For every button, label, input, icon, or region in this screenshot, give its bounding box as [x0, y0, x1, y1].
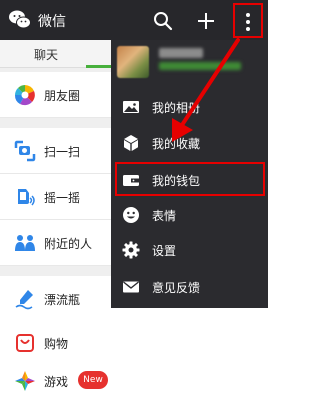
- list-item-label: 朋友圈: [44, 89, 81, 103]
- menu-profile[interactable]: [111, 40, 268, 84]
- list-item-label: 购物: [44, 337, 69, 351]
- wechat-logo-icon: [9, 10, 31, 29]
- settings-icon: [122, 241, 140, 259]
- menu-item-sticker[interactable]: 表情: [111, 198, 268, 232]
- menu-item-label: 我的相册: [152, 101, 201, 115]
- shake-icon: [18, 189, 35, 206]
- shopping-icon: [16, 334, 34, 352]
- wallet-highlight-box: [115, 162, 265, 196]
- favorites-icon: [124, 135, 138, 151]
- new-badge: New: [78, 371, 108, 389]
- list-item-label: 摇一摇: [44, 191, 81, 205]
- menu-item-feedback[interactable]: 意见反馈: [111, 270, 268, 304]
- games-icon: [15, 371, 35, 391]
- plus-icon[interactable]: [194, 9, 218, 33]
- tab-chat[interactable]: 聊天: [34, 46, 58, 63]
- drift-bottle-icon: [15, 290, 33, 310]
- scan-icon: [14, 140, 36, 162]
- people-nearby-icon: [15, 235, 35, 251]
- menu-item-photo-album[interactable]: 我的相册: [111, 90, 268, 124]
- app-title: 微信: [38, 14, 66, 30]
- more-vertical-icon[interactable]: [233, 3, 263, 38]
- title-bar: 微信: [0, 0, 268, 40]
- avatar-icon: [117, 46, 149, 78]
- profile-id-blurred: [159, 62, 241, 70]
- menu-item-favorites[interactable]: 我的收藏: [111, 126, 268, 160]
- sticker-icon: [123, 207, 139, 223]
- menu-item-settings[interactable]: 设置: [111, 233, 268, 267]
- search-icon[interactable]: [152, 10, 174, 32]
- list-item-label: 扫一扫: [44, 145, 81, 159]
- menu-item-label: 意见反馈: [152, 281, 201, 295]
- moments-icon: [14, 85, 35, 106]
- menu-item-label: 表情: [152, 209, 177, 223]
- list-item-games[interactable]: 游戏 New: [0, 358, 268, 400]
- list-item-label: 漂流瓶: [44, 293, 81, 307]
- profile-name-blurred: [159, 48, 203, 58]
- feedback-icon: [123, 281, 139, 293]
- list-item-label: 游戏: [44, 375, 69, 389]
- photo-album-icon: [123, 101, 139, 113]
- list-item-label: 附近的人: [44, 237, 93, 251]
- menu-item-label: 我的收藏: [152, 137, 201, 151]
- menu-item-label: 设置: [152, 244, 177, 258]
